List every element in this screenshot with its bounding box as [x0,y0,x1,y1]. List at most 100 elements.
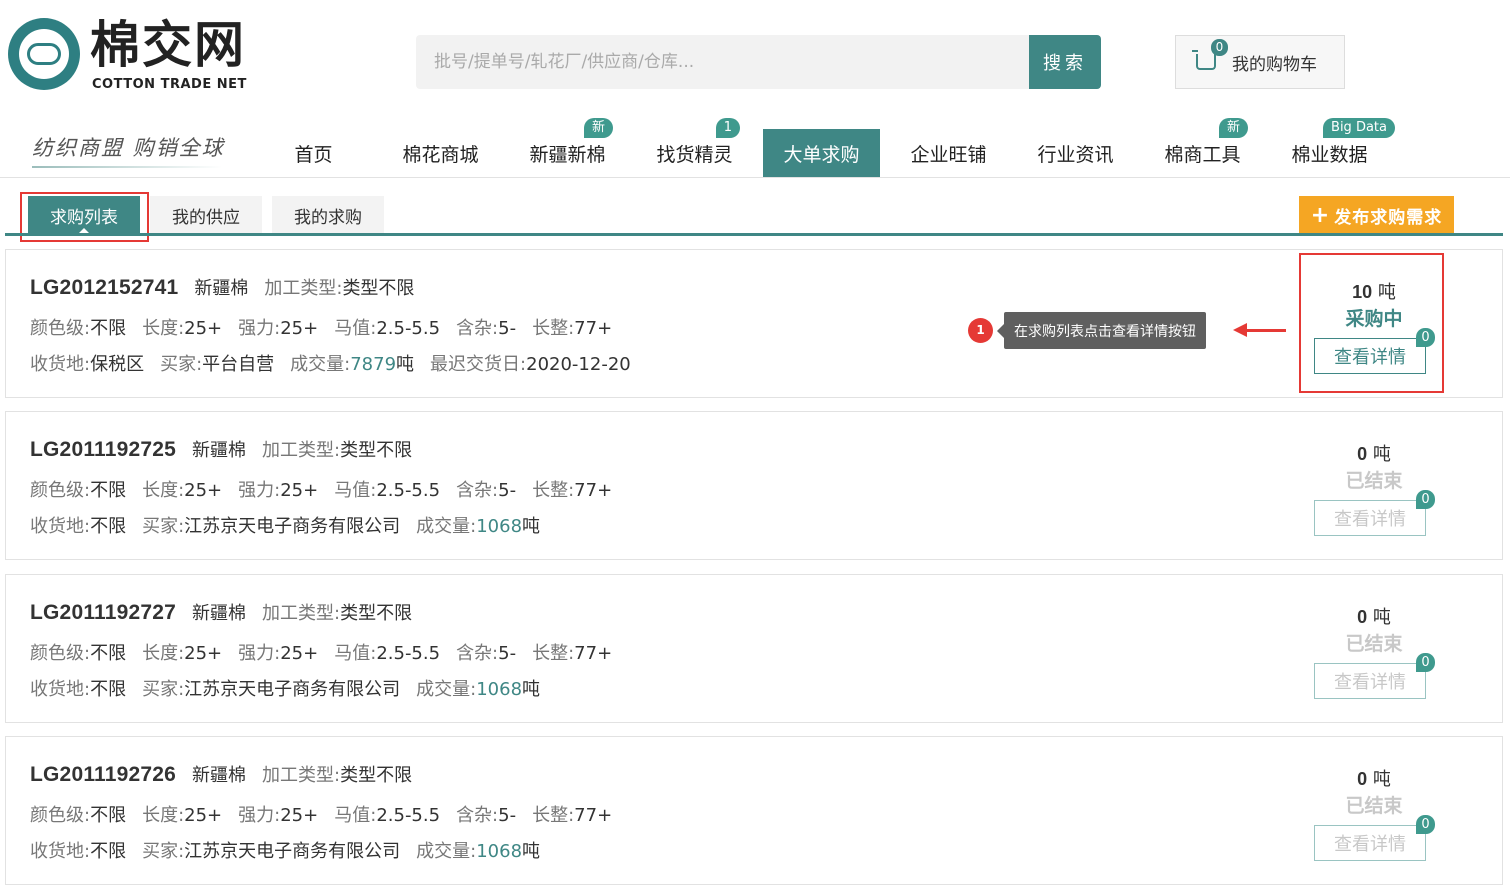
field-label: 颜色级: [30,318,91,339]
qty-value: 0 [1357,769,1368,789]
field-value: 25+ [184,480,223,501]
process-value: 类型不限 [340,440,413,461]
cart-button[interactable]: 我的购物车 [1175,35,1345,89]
field-label: 强力: [238,643,281,664]
field-value: 不限 [90,805,127,826]
publish-request-label: 发布求购需求 [1334,207,1443,228]
field-label: 长整: [532,480,575,501]
nav-item-2[interactable]: 新疆新棉 新 [504,118,631,177]
request-title: LG2011192726 新疆棉 加工类型:类型不限 [30,761,428,787]
request-card: LG2012152741 新疆棉 加工类型:类型不限 颜色级:不限 长度:25+ 强力:2… [5,249,1503,398]
field-value: 不限 [90,318,127,339]
search-button[interactable]: 搜索 [1029,35,1101,89]
nav-item-6[interactable]: 行业资讯 [1012,129,1139,177]
slogan: 纺织商盟 购销全球 [32,136,225,160]
nav-item-label: 行业资讯 [1037,143,1114,166]
field-label: 长度: [142,480,185,501]
qty-unit: 吨 [1372,769,1391,790]
request-origin: 新疆棉 [194,278,249,299]
qty-value: 0 [1357,607,1368,627]
annotation-arrow [1246,329,1286,332]
view-detail-button[interactable]: 查看详情 [1314,825,1426,861]
request-status: 已结束 [1345,795,1403,817]
trade-row: 收货地:不限 买家:江苏京天电子商务有限公司 成交量:1068吨 [30,675,556,701]
view-detail-button[interactable]: 查看详情 [1314,663,1426,699]
view-detail-button[interactable]: 查看详情 [1314,500,1426,536]
nav-item-4[interactable]: 大单求购 [763,129,880,177]
field-value: 5- [498,318,517,339]
field-label: 马值: [334,643,377,664]
field-label: 最迟交货日: [430,354,527,375]
logo-cotton-icon[interactable] [8,18,80,90]
field-value: 保税区 [90,354,145,375]
volume-value: 7879 [350,354,397,375]
nav-item-7[interactable]: 棉商工具 新 [1139,118,1266,177]
field-label: 成交量: [416,516,477,537]
field-value: 江苏京天电子商务有限公司 [184,516,401,537]
nav-item-1[interactable]: 棉花商城 [377,129,504,177]
request-title: LG2011192727 新疆棉 加工类型:类型不限 [30,599,428,625]
process-label: 加工类型: [262,440,341,461]
qty-unit: 吨 [1372,607,1391,628]
subtab-2[interactable]: 我的求购 [272,196,384,234]
qty-value: 0 [1357,444,1368,464]
qty-unit: 吨 [1372,444,1391,465]
field-label: 买家: [142,679,185,700]
nav-item-8[interactable]: 棉业数据 Big Data [1266,118,1395,177]
field-label: 颜色级: [30,805,91,826]
request-title: LG2012152741 新疆棉 加工类型:类型不限 [30,274,430,300]
field-value: 2.5-5.5 [376,805,441,826]
request-id[interactable]: LG2011192726 [30,763,176,786]
volume-value: 1068 [476,516,523,537]
field-value: 25+ [184,318,223,339]
cart-label: 我的购物车 [1232,54,1317,75]
request-card: LG2011192727 新疆棉 加工类型:类型不限 颜色级:不限 长度:25+ 强力:2… [5,574,1503,723]
detail-highlight-annotation [1299,253,1444,393]
field-value: 77+ [574,480,613,501]
field-value: 平台自营 [202,354,275,375]
nav-item-label: 首页 [294,143,333,166]
request-card: LG2011192725 新疆棉 加工类型:类型不限 颜色级:不限 长度:25+ 强力:2… [5,411,1503,560]
request-origin: 新疆棉 [192,440,247,461]
field-label: 强力: [238,318,281,339]
process-label: 加工类型: [262,765,341,786]
nav-item-label: 棉花商城 [402,143,479,166]
nav-item-5[interactable]: 企业旺铺 [885,129,1012,177]
subtab-1[interactable]: 我的供应 [150,196,262,234]
request-id[interactable]: LG2011192725 [30,438,176,461]
field-label: 马值: [334,318,377,339]
request-id[interactable]: LG2011192727 [30,601,176,624]
field-value: 5- [498,480,517,501]
field-value: 不限 [90,643,127,664]
field-value: 77+ [574,643,613,664]
request-qty: 0 吨 [1314,603,1434,629]
field-label: 颜色级: [30,643,91,664]
request-id[interactable]: LG2012152741 [30,276,178,299]
request-card: LG2011192726 新疆棉 加工类型:类型不限 颜色级:不限 长度:25+ 强力:2… [5,736,1503,885]
field-label: 马值: [334,805,377,826]
field-label: 含杂: [456,318,499,339]
request-qty: 0 吨 [1314,440,1434,466]
search-input[interactable] [416,35,1030,89]
nav-divider [0,177,1510,178]
publish-request-button[interactable]: + 发布求购需求 [1299,196,1454,234]
field-value: 2.5-5.5 [376,318,441,339]
request-origin: 新疆棉 [192,603,247,624]
main-nav: 首页 棉花商城 新疆新棉 新找货精灵 1 大单求购 企业旺铺 行业资讯 棉商工具 新棉业数据 Big… [250,118,1395,177]
field-label: 含杂: [456,643,499,664]
volume-value: 1068 [476,841,523,862]
nav-item-label: 企业旺铺 [910,143,987,166]
annotation-tooltip: 在求购列表点击查看详情按钮 [997,312,1206,349]
field-value: 不限 [90,841,127,862]
field-label: 含杂: [456,805,499,826]
nav-badge: 新 [1218,118,1248,138]
field-label: 强力: [238,805,281,826]
request-title: LG2011192725 新疆棉 加工类型:类型不限 [30,436,428,462]
field-label: 买家: [160,354,203,375]
trade-row: 收货地:不限 买家:江苏京天电子商务有限公司 成交量:1068吨 [30,837,556,863]
process-label: 加工类型: [262,603,341,624]
nav-item-0[interactable]: 首页 [250,129,377,177]
logo-title[interactable]: 棉交网 [90,16,246,74]
nav-item-3[interactable]: 找货精灵 1 [631,118,758,177]
detail-count-badge: 0 [1416,815,1435,834]
